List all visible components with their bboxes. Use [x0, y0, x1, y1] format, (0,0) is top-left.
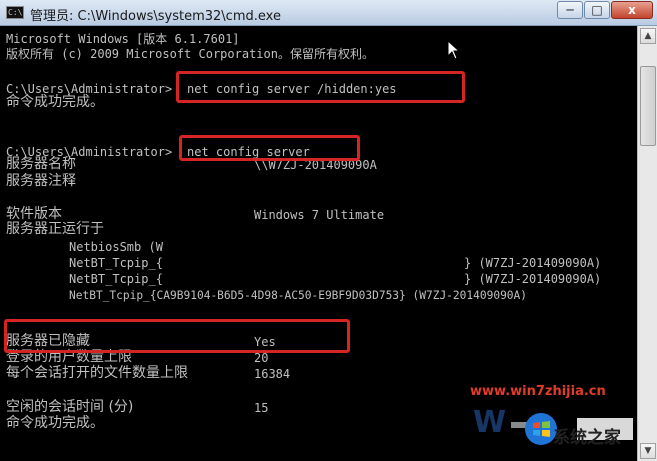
banner-line-2: 版权所有 (c) 2009 Microsoft Corporation。保留所有…: [6, 47, 374, 61]
transport-3-suffix: } (W7ZJ-201409090A): [464, 272, 602, 286]
transport-2-suffix: } (W7ZJ-201409090A): [464, 256, 602, 270]
banner-line-1: Microsoft Windows [版本 6.1.7601]: [6, 32, 240, 46]
close-button[interactable]: x: [611, 1, 653, 19]
running-on-label: 服务器正运行于: [6, 221, 104, 237]
window-title: 管理员: C:\Windows\system32\cmd.exe: [30, 9, 281, 24]
result-line-2: 命令成功完成。: [6, 415, 104, 431]
window-controls: ─ □ x: [556, 1, 653, 19]
max-files-value: 16384: [254, 367, 291, 381]
idle-time-label: 空闲的会话时间 (分): [6, 399, 134, 415]
scroll-down-arrow-icon[interactable]: ▼: [640, 443, 656, 459]
mouse-cursor-icon: [447, 40, 461, 60]
max-users-value: 20: [254, 351, 269, 365]
transport-2-prefix: NetBT_Tcpip_{: [69, 256, 163, 270]
result-line-1: 命令成功完成。: [6, 94, 104, 110]
scrollbar-thumb[interactable]: [640, 66, 656, 146]
watermark-brand: 系统之家: [553, 428, 621, 448]
svg-text:W: W: [473, 405, 506, 440]
watermark-url: www.win7zhijia.cn: [470, 384, 606, 399]
server-name-label: 服务器名称: [6, 156, 76, 172]
highlight-box-hidden-command: [176, 71, 465, 103]
transport-4: NetBT_Tcpip_{CA9B9104-B6D5-4D98-AC50-E9B…: [69, 289, 528, 302]
idle-time-value: 15: [254, 401, 269, 415]
highlight-box-hidden-yes: [4, 319, 350, 353]
title-bar[interactable]: C:\ 管理员: C:\Windows\system32\cmd.exe ─ □…: [0, 0, 657, 26]
server-comment-label: 服务器注释: [6, 173, 76, 189]
highlight-box-config-command: [179, 135, 360, 161]
vertical-scrollbar[interactable]: ▲ ▼: [637, 26, 657, 461]
transport-3-prefix: NetBT_Tcpip_{: [69, 272, 163, 286]
maximize-button[interactable]: □: [584, 1, 610, 19]
transport-1: NetbiosSmb (W: [69, 240, 163, 254]
cmd-app-icon: C:\: [6, 6, 24, 19]
software-version-label: 软件版本: [6, 206, 62, 222]
software-version-value: Windows 7 Ultimate: [254, 208, 385, 222]
scroll-up-arrow-icon[interactable]: ▲: [640, 28, 656, 44]
minimize-button[interactable]: ─: [557, 1, 583, 19]
max-files-label: 每个会话打开的文件数量上限: [6, 365, 188, 381]
